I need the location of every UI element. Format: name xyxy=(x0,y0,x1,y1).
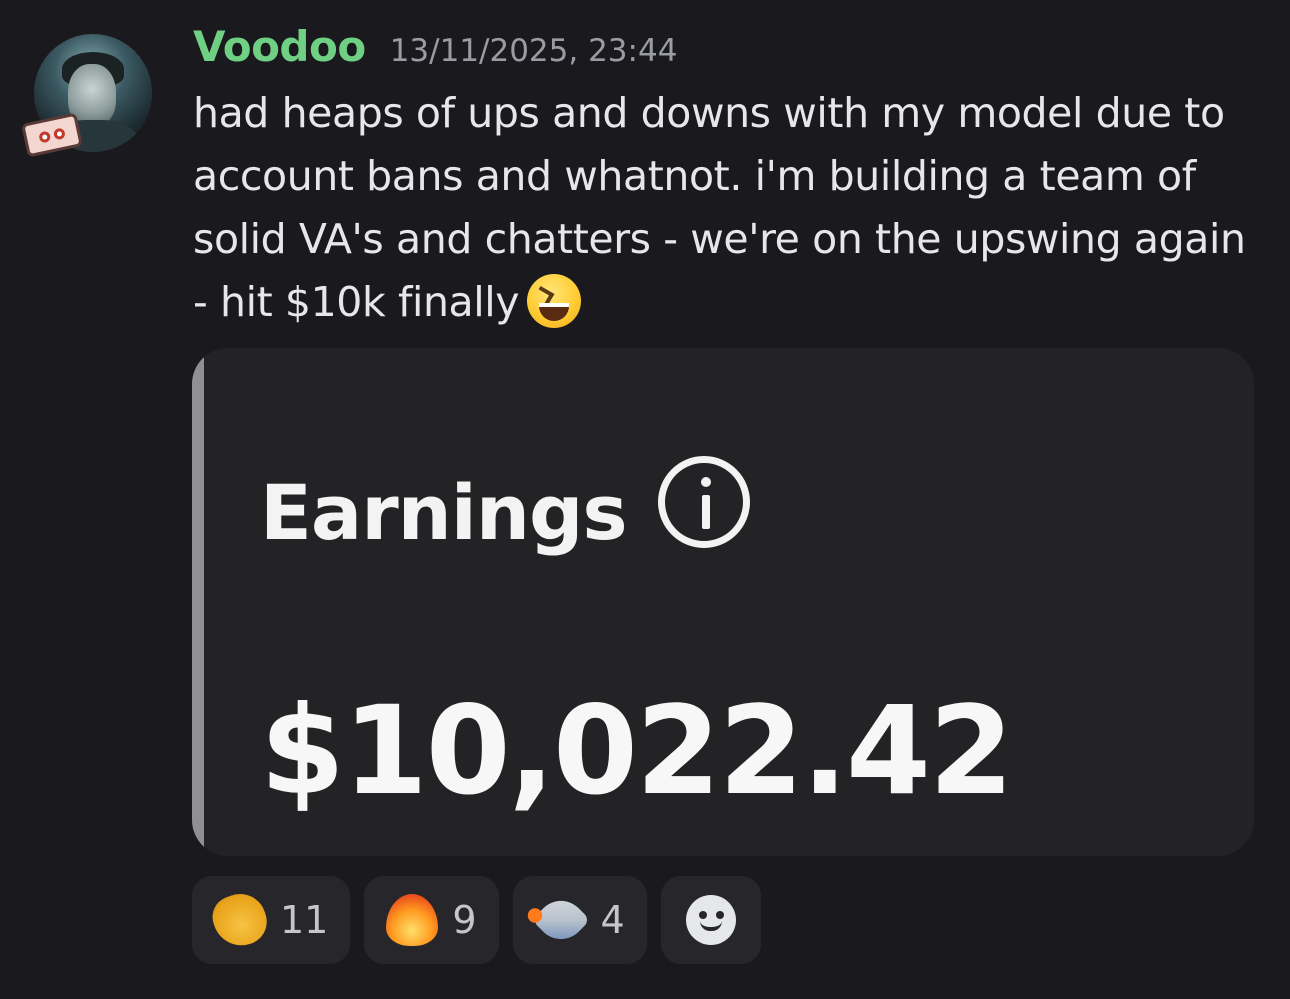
add-reaction-button[interactable] xyxy=(660,876,761,964)
rocket-icon xyxy=(531,890,590,950)
reaction-bar: 11 9 4 xyxy=(192,876,761,964)
fire-icon xyxy=(386,894,439,946)
reaction-count: 9 xyxy=(452,898,477,942)
user-avatar[interactable] xyxy=(21,30,158,158)
earnings-title: Earnings xyxy=(260,468,628,557)
message-content: had heaps of ups and downs with my model… xyxy=(193,82,1268,334)
image-embed[interactable]: Earnings $10,022.42 xyxy=(192,348,1254,856)
reaction-clap[interactable]: 11 xyxy=(192,876,351,964)
clapping-hands-icon xyxy=(206,886,274,954)
message-header: Voodoo 13/11/2025, 23:44 xyxy=(193,22,677,71)
message-text: had heaps of ups and downs with my model… xyxy=(193,89,1246,326)
author-name[interactable]: Voodoo xyxy=(193,22,366,71)
reaction-count: 11 xyxy=(280,898,329,942)
earnings-amount: $10,022.42 xyxy=(260,680,1014,822)
message-timestamp: 13/11/2025, 23:44 xyxy=(389,33,678,69)
smiley-face-icon xyxy=(685,895,736,945)
embed-accent-bar xyxy=(192,348,204,856)
reaction-fire[interactable]: 9 xyxy=(364,876,499,964)
reaction-rocket[interactable]: 4 xyxy=(512,876,647,964)
info-icon xyxy=(658,456,750,548)
reaction-count: 4 xyxy=(600,898,625,942)
laughing-face-emoji-icon xyxy=(527,274,582,328)
